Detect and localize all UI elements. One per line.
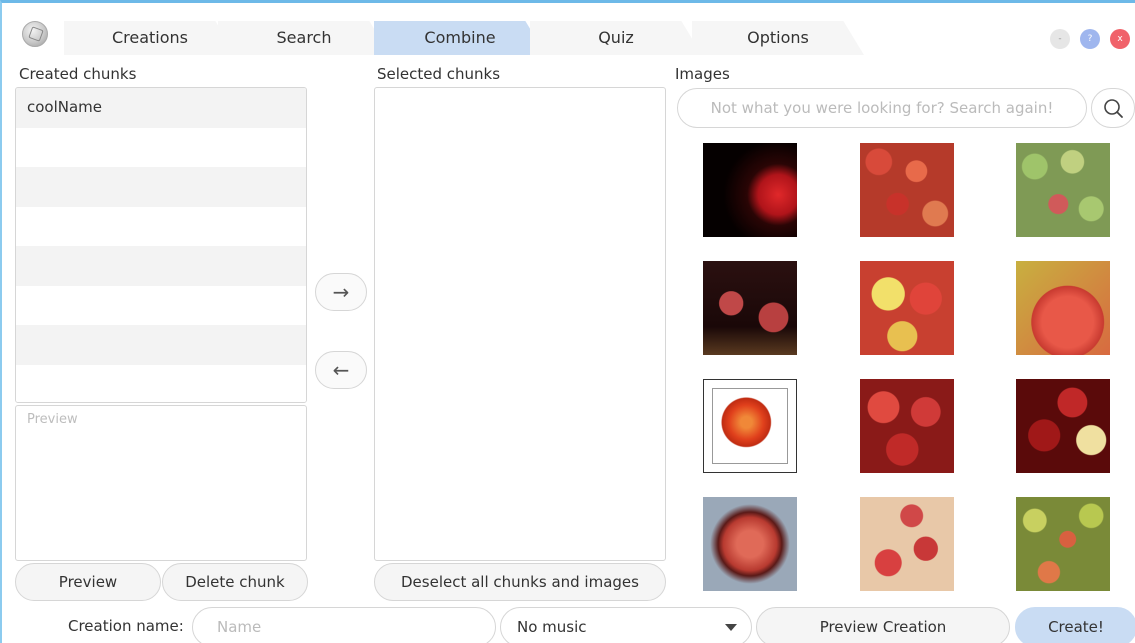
- image-tile[interactable]: [1016, 143, 1110, 237]
- selected-chunks-label: Selected chunks: [377, 65, 501, 83]
- image-tile[interactable]: [1016, 379, 1110, 473]
- tab-options[interactable]: Options: [692, 21, 864, 55]
- chunk-preview-area: Preview: [15, 405, 307, 561]
- deselect-all-button[interactable]: Deselect all chunks and images: [374, 563, 666, 601]
- preview-creation-button[interactable]: Preview Creation: [756, 607, 1010, 643]
- preview-chunk-button[interactable]: Preview: [15, 563, 161, 601]
- move-right-button[interactable]: →: [315, 273, 367, 311]
- arrow-right-icon: →: [332, 280, 350, 304]
- image-tile[interactable]: [860, 143, 954, 237]
- image-tile[interactable]: [703, 143, 797, 237]
- image-search-button[interactable]: [1091, 88, 1135, 128]
- app-window: Creations Search Combine Quiz Options - …: [0, 0, 1135, 643]
- list-item: [16, 206, 306, 246]
- created-chunks-label: Created chunks: [19, 65, 137, 83]
- tab-quiz[interactable]: Quiz: [530, 21, 702, 55]
- delete-chunk-button[interactable]: Delete chunk: [162, 563, 308, 601]
- list-item: [16, 285, 306, 325]
- image-tile[interactable]: [860, 497, 954, 591]
- creation-name-label: Creation name:: [68, 617, 184, 635]
- list-item: [16, 167, 306, 207]
- list-item: [16, 127, 306, 167]
- list-item: [16, 325, 306, 365]
- image-tile[interactable]: [703, 497, 797, 591]
- tab-combine[interactable]: Combine: [374, 21, 546, 55]
- list-item[interactable]: coolName: [16, 88, 306, 128]
- search-icon: [1104, 99, 1123, 118]
- list-item: [16, 246, 306, 286]
- create-button[interactable]: Create!: [1015, 607, 1135, 643]
- music-select[interactable]: No music: [500, 607, 752, 643]
- arrow-left-icon: ←: [332, 358, 350, 382]
- image-tile[interactable]: [860, 261, 954, 355]
- image-search-input[interactable]: Not what you were looking for? Search ag…: [677, 88, 1087, 128]
- chevron-down-icon: [725, 624, 737, 631]
- image-tile-selected[interactable]: [703, 379, 797, 473]
- close-button[interactable]: x: [1110, 29, 1130, 49]
- selected-chunks-list[interactable]: [374, 87, 666, 561]
- image-tile[interactable]: [860, 379, 954, 473]
- images-label: Images: [675, 65, 730, 83]
- minimize-button[interactable]: -: [1050, 29, 1070, 49]
- image-tile[interactable]: [703, 261, 797, 355]
- preview-placeholder: Preview: [27, 412, 78, 427]
- music-select-value: No music: [517, 618, 587, 636]
- list-item: [16, 364, 306, 402]
- tab-search[interactable]: Search: [218, 21, 390, 55]
- created-chunks-list[interactable]: coolName: [15, 87, 307, 403]
- image-tile[interactable]: [1016, 497, 1110, 591]
- creation-name-input[interactable]: Name: [192, 607, 496, 643]
- tab-bar: Creations Search Combine Quiz Options - …: [2, 9, 1135, 55]
- move-left-button[interactable]: ←: [315, 351, 367, 389]
- app-logo-icon: [22, 21, 48, 47]
- tab-creations[interactable]: Creations: [64, 21, 236, 55]
- image-tile[interactable]: [1016, 261, 1110, 355]
- help-button[interactable]: ?: [1080, 29, 1100, 49]
